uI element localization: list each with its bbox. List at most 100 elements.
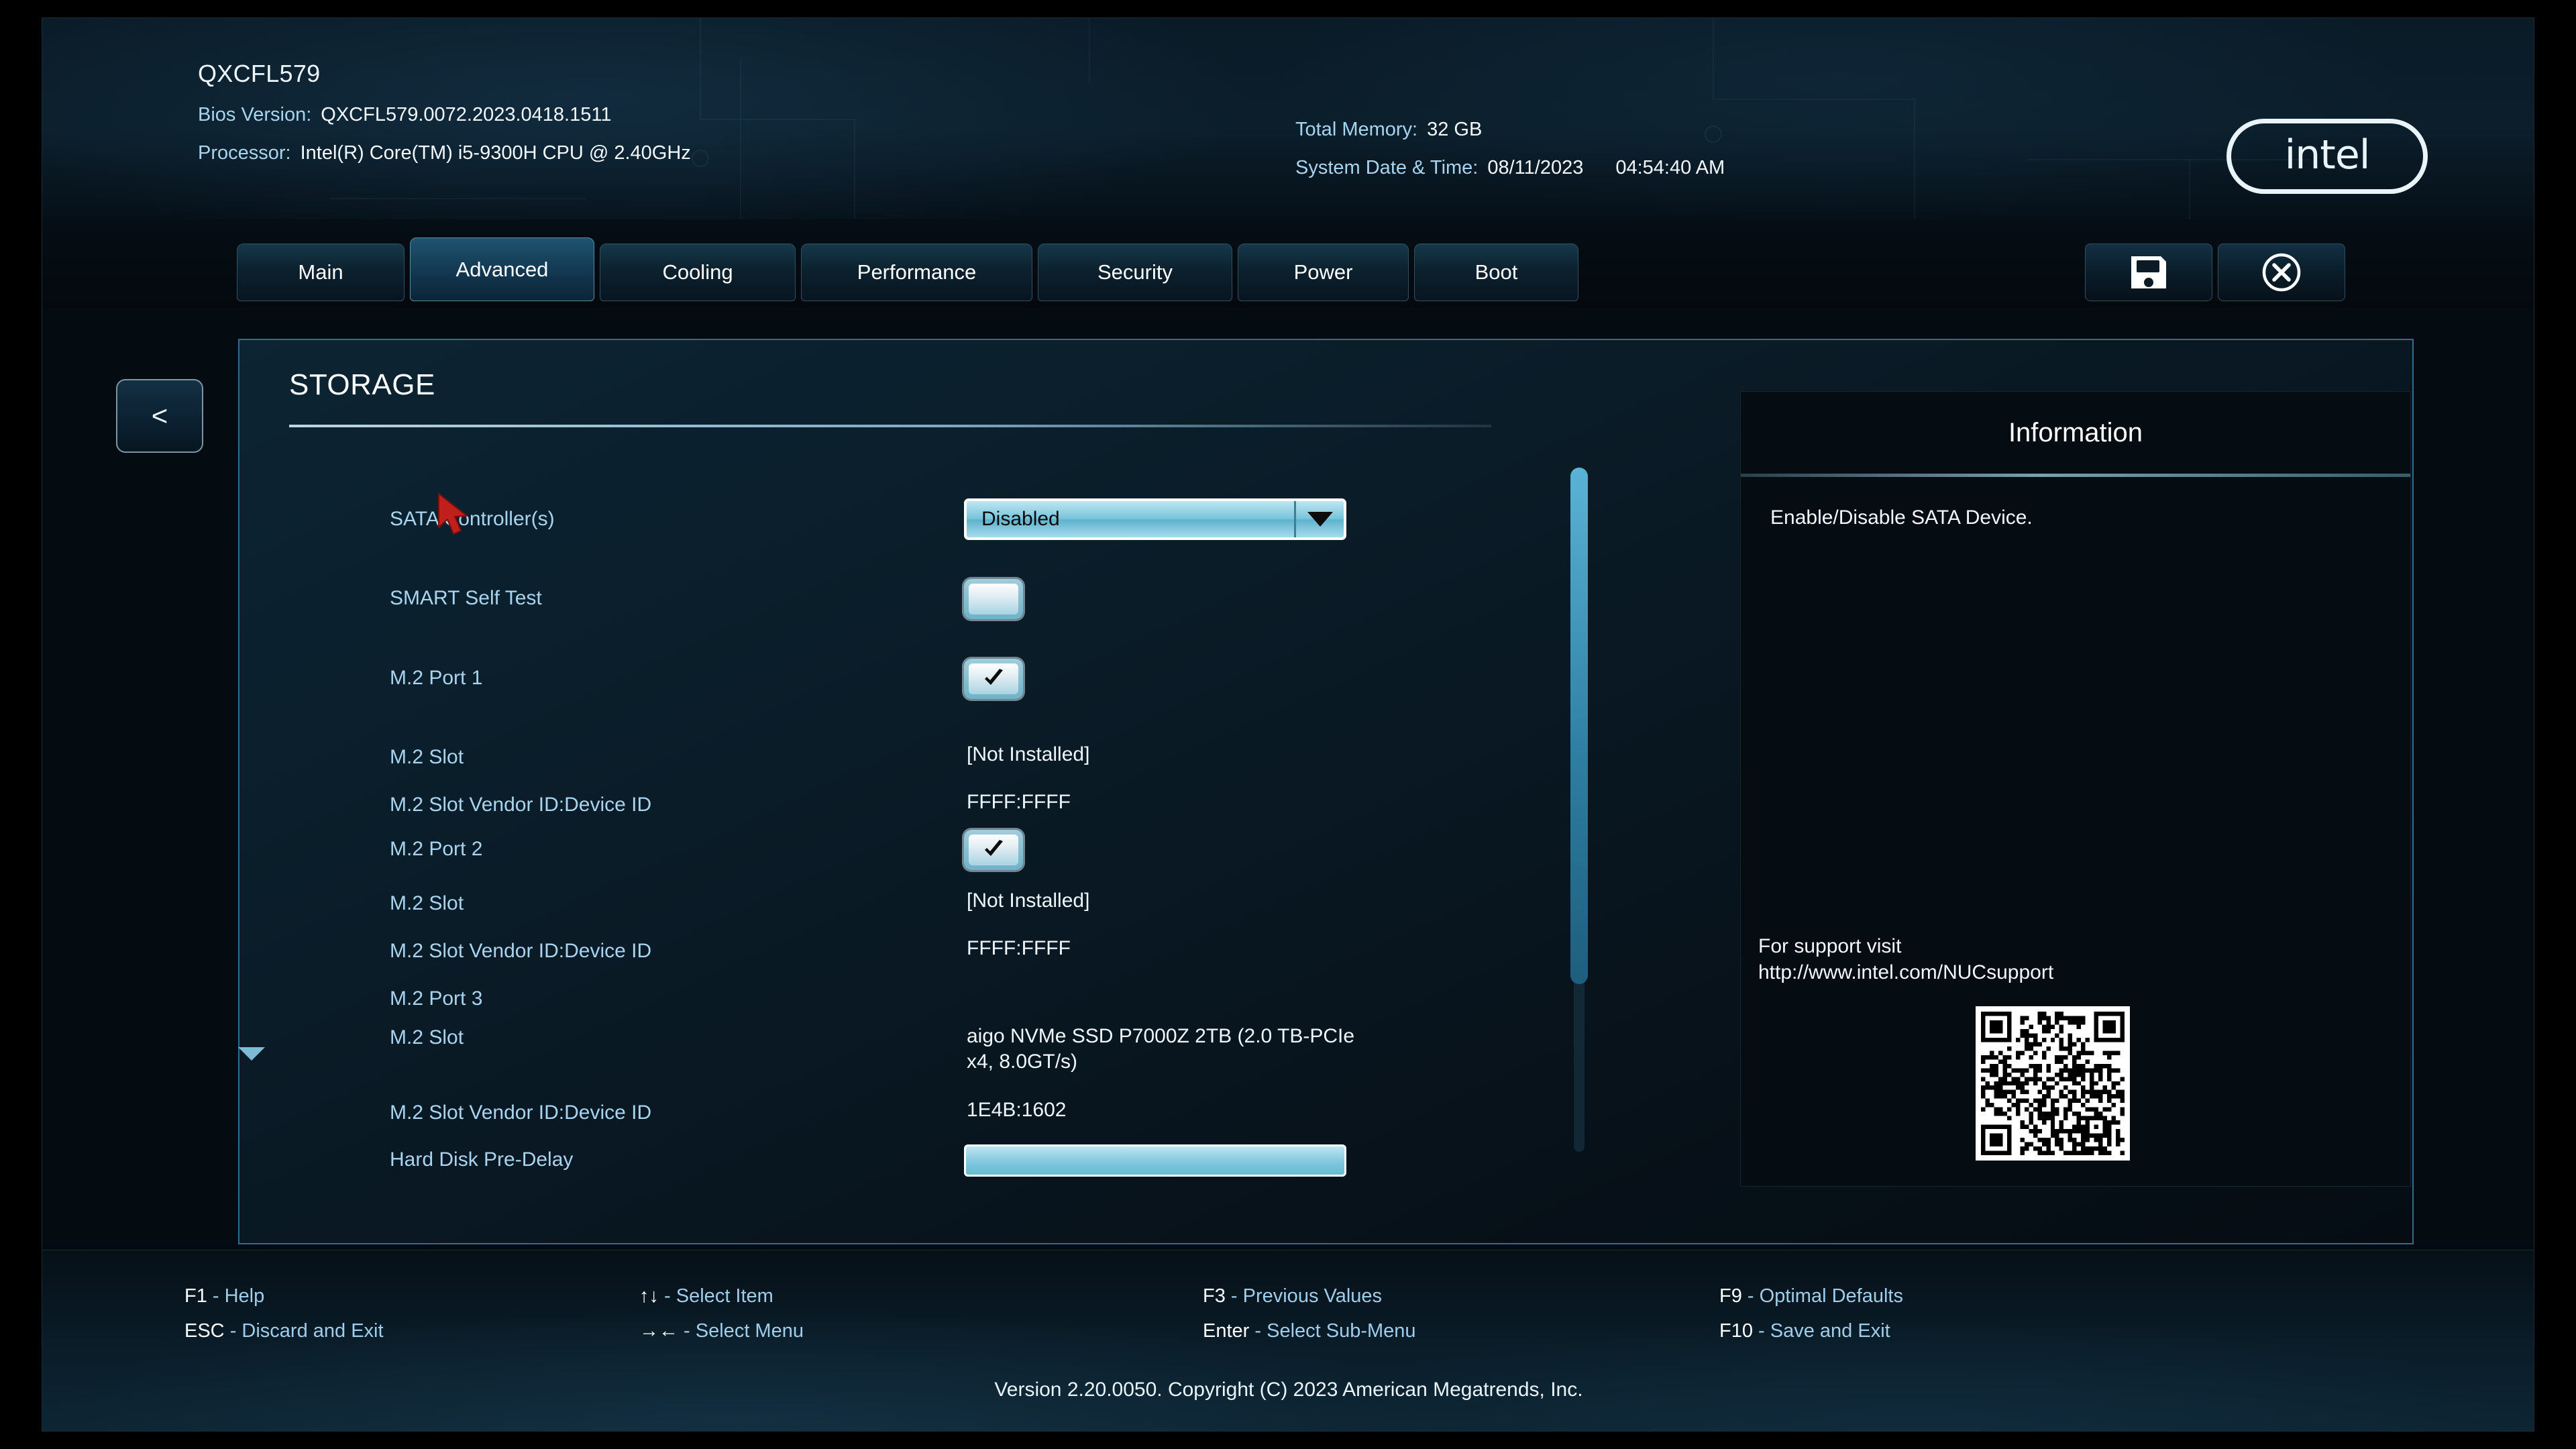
- checkbox-m-2-port-2[interactable]: [964, 830, 1023, 870]
- checkbox-inner: [969, 584, 1018, 614]
- version-text: Version 2.20.0050. Copyright (C) 2023 Am…: [42, 1379, 2534, 1401]
- tab-boot[interactable]: Boot: [1414, 244, 1578, 301]
- option-value: [Not Installed]: [967, 743, 1089, 766]
- bios-version-label: Bios Version:: [198, 104, 311, 125]
- intel-logo-text: intel: [2285, 131, 2370, 178]
- option-label: M.2 Port 1: [390, 667, 482, 690]
- save-button[interactable]: [2085, 244, 2212, 301]
- bios-version-value: QXCFL579.0072.2023.0418.1511: [321, 104, 611, 125]
- total-memory-line: Total Memory: 32 GB: [1295, 119, 1482, 141]
- option-value: FFFF:FFFF: [967, 937, 1071, 960]
- footer-key-desc: - Optimal Defaults: [1742, 1285, 1903, 1307]
- checkbox-smart-self-test[interactable]: [964, 579, 1023, 619]
- page-title: STORAGE: [289, 368, 435, 402]
- information-title: Information: [1741, 392, 2410, 474]
- footer-key-desc: - Save and Exit: [1753, 1320, 1890, 1342]
- tab-advanced[interactable]: Advanced: [410, 237, 594, 301]
- footer-key-desc: - Help: [207, 1285, 264, 1307]
- footer-key-desc: - Select Menu: [678, 1320, 804, 1342]
- title-divider: [289, 425, 1491, 427]
- total-memory-value: 32 GB: [1427, 119, 1482, 140]
- tab-label: Security: [1097, 260, 1173, 284]
- information-divider: [1741, 474, 2410, 477]
- support-line-1: For support visit: [1758, 933, 2389, 960]
- support-line-2: http://www.intel.com/NUCsupport: [1758, 959, 2389, 986]
- processor-label: Processor:: [198, 142, 291, 164]
- footer-key: →←: [639, 1320, 678, 1342]
- checkmark-icon: [982, 667, 1005, 690]
- option-label: SMART Self Test: [390, 587, 542, 610]
- bios-screen: QXCFL579 Bios Version:QXCFL579.0072.2023…: [0, 0, 2576, 1449]
- tab-label: Performance: [857, 260, 976, 284]
- tab-power[interactable]: Power: [1238, 244, 1409, 301]
- options-list: SATA Controller(s)DisabledSMART Self Tes…: [289, 441, 1523, 1205]
- bios-version-line: Bios Version: QXCFL579.0072.2023.0418.151…: [198, 104, 611, 126]
- information-body: Enable/Disable SATA Device.: [1770, 504, 2374, 531]
- mouse-cursor: [437, 492, 474, 539]
- sata-controller-dropdown[interactable]: Disabled: [964, 498, 1346, 540]
- footer-key: F10: [1719, 1320, 1753, 1342]
- tab-performance[interactable]: Performance: [801, 244, 1032, 301]
- footer-key-hint: F1 - Help: [184, 1285, 264, 1307]
- footer-key-hint: →← - Select Menu: [639, 1320, 804, 1342]
- scroll-down-icon[interactable]: [235, 1038, 268, 1070]
- option-value: [Not Installed]: [967, 890, 1089, 912]
- scrollbar-thumb[interactable]: [1570, 468, 1588, 984]
- back-button-label: <: [152, 400, 168, 432]
- system-date-value: 08/11/2023: [1487, 157, 1583, 178]
- back-button[interactable]: <: [116, 379, 203, 453]
- footer-key-hint: F10 - Save and Exit: [1719, 1320, 1890, 1342]
- storage-panel: STORAGE SATA Controller(s)DisabledSMART …: [238, 339, 2414, 1244]
- processor-line: Processor: Intel(R) Core(TM) i5-9300H CPU…: [198, 142, 691, 164]
- option-value: FFFF:FFFF: [967, 791, 1071, 814]
- footer-key-hint: ESC - Discard and Exit: [184, 1320, 384, 1342]
- total-memory-label: Total Memory:: [1295, 119, 1417, 140]
- footer-key-hint: F9 - Optimal Defaults: [1719, 1285, 1903, 1307]
- tab-bar: Main Advanced Cooling Performance Security Po…: [42, 219, 2534, 308]
- system-datetime-label: System Date & Time:: [1295, 157, 1478, 178]
- hard-disk-pre-delay-input[interactable]: [964, 1144, 1346, 1177]
- footer-key: F9: [1719, 1285, 1742, 1307]
- checkbox-inner: [969, 663, 1018, 694]
- option-label: M.2 Slot Vendor ID:Device ID: [390, 794, 651, 816]
- tab-main[interactable]: Main: [237, 244, 405, 301]
- footer-key: ↑↓: [639, 1285, 659, 1307]
- option-label: Hard Disk Pre-Delay: [390, 1148, 573, 1171]
- option-label: M.2 Slot Vendor ID:Device ID: [390, 940, 651, 963]
- footer-key: F1: [184, 1285, 207, 1307]
- tab-cooling[interactable]: Cooling: [600, 244, 796, 301]
- system-datetime-line: System Date & Time: 08/11/2023 04:54:40 AM: [1295, 157, 1725, 179]
- header: QXCFL579 Bios Version:QXCFL579.0072.2023…: [42, 18, 2534, 219]
- checkbox-m-2-port-1[interactable]: [964, 659, 1023, 699]
- floppy-disk-icon: [2129, 254, 2169, 291]
- option-label: M.2 Slot: [390, 892, 464, 915]
- footer-key-hint: F3 - Previous Values: [1203, 1285, 1382, 1307]
- scrollbar[interactable]: [1568, 468, 1591, 1152]
- footer-key-desc: - Select Item: [659, 1285, 773, 1307]
- option-label: M.2 Port 3: [390, 987, 482, 1010]
- information-panel: Information Enable/Disable SATA Device. …: [1740, 391, 2411, 1187]
- footer: F1 - Help ESC - Discard and Exit ↑↓ - Sele…: [42, 1250, 2534, 1431]
- close-circle-icon: [2261, 252, 2302, 293]
- footer-key-hint: ↑↓ - Select Item: [639, 1285, 773, 1307]
- tab-label: Advanced: [456, 258, 549, 282]
- option-label: M.2 Port 2: [390, 838, 482, 861]
- tab-label: Main: [298, 260, 343, 284]
- footer-key: ESC: [184, 1320, 225, 1342]
- exit-button[interactable]: [2218, 244, 2345, 301]
- option-label: M.2 Slot Vendor ID:Device ID: [390, 1102, 651, 1124]
- option-label: M.2 Slot: [390, 1026, 464, 1049]
- chevron-down-icon[interactable]: [1294, 501, 1344, 537]
- processor-value: Intel(R) Core(TM) i5-9300H CPU @ 2.40GHz: [301, 142, 691, 164]
- intel-logo: intel: [2226, 119, 2428, 194]
- qr-code: [1976, 1006, 2130, 1161]
- footer-key-desc: - Discard and Exit: [225, 1320, 384, 1342]
- tab-label: Cooling: [662, 260, 733, 284]
- footer-key: Enter: [1203, 1320, 1249, 1342]
- tab-security[interactable]: Security: [1038, 244, 1232, 301]
- option-value: aigo NVMe SSD P7000Z 2TB (2.0 TB-PCIe x4…: [967, 1024, 1369, 1075]
- system-time-value: 04:54:40 AM: [1615, 157, 1725, 178]
- footer-key-desc: - Select Sub-Menu: [1249, 1320, 1415, 1342]
- checkmark-icon: [982, 839, 1005, 861]
- footer-key-hint: Enter - Select Sub-Menu: [1203, 1320, 1416, 1342]
